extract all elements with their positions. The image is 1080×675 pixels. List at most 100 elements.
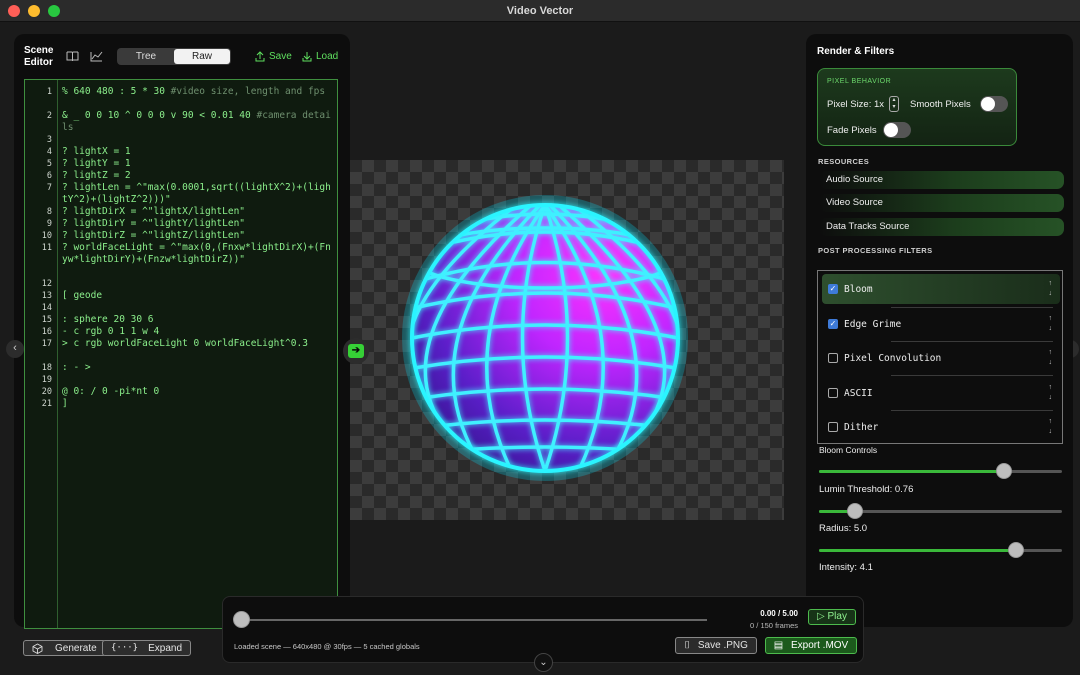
play-label: Play	[827, 611, 847, 622]
intensity-slider[interactable]	[819, 542, 1062, 558]
audio-source-item[interactable]: Audio Source	[819, 171, 1064, 189]
divider	[891, 307, 1053, 308]
book-icon[interactable]	[66, 51, 79, 65]
line-number: 17	[41, 339, 52, 349]
chevron-down-icon[interactable]: ⌄	[534, 653, 553, 672]
code-line: : sphere 20 30 6	[62, 314, 334, 326]
line-number: 10	[41, 231, 52, 241]
minimize-window-button[interactable]	[28, 5, 40, 17]
filter-name: Pixel Convolution	[844, 352, 942, 364]
generate-label: Generate	[55, 642, 97, 654]
line-number: 16	[41, 327, 52, 337]
code-line: ? lightDirX = ^"lightX/lightLen"	[62, 206, 334, 218]
line-number: 20	[41, 387, 52, 397]
filter-row-bloom[interactable]: ✓ Bloom ↑ ↓	[822, 274, 1060, 304]
status-text: Loaded scene — 640x480 @ 30fps — 5 cache…	[234, 642, 420, 651]
sphere-render	[402, 195, 688, 481]
reorder-icon[interactable]: ↑ ↓	[1049, 417, 1053, 437]
filter-checkbox-edge-grime[interactable]: ✓	[828, 319, 838, 329]
timeline-scrubber[interactable]	[241, 619, 707, 621]
view-mode-toggle: Tree Raw	[117, 48, 231, 65]
code-line: [ geode	[62, 290, 334, 302]
line-number: 6	[46, 171, 52, 181]
render-filters-panel: Render & Filters PIXEL BEHAVIOR Pixel Si…	[806, 34, 1073, 627]
code-line: : - >	[62, 362, 334, 374]
tab-tree[interactable]: Tree	[118, 49, 174, 64]
expand-button[interactable]: {···} Expand	[102, 640, 192, 656]
code-line: ? worldFaceLight = ^"max(0,(Fnxw*lightDi…	[62, 242, 334, 266]
reorder-icon[interactable]: ↑ ↓	[1049, 314, 1053, 334]
line-number: 15	[41, 315, 52, 325]
save-png-button[interactable]: ⌷ Save .PNG	[675, 637, 757, 654]
filter-row-dither[interactable]: Dither ↑ ↓	[822, 412, 1060, 442]
code-text: : - >	[62, 362, 91, 373]
scene-editor-title-line1: Scene	[24, 45, 54, 56]
code-text: @ 0: / 0 -pi*nt 0	[62, 386, 160, 397]
code-text: - c rgb 0 1 1 w 4	[62, 326, 160, 337]
code-editor[interactable]: 1 2 3 4 5 6 7 8 9 10 11 12 13 14 15 16 17 18 19 20 21 % 640 …	[24, 79, 338, 629]
window-controls	[8, 5, 60, 17]
video-source-item[interactable]: Video Source	[819, 194, 1064, 212]
code-comment: #video size, length and fps	[170, 86, 326, 97]
lumin-threshold-label: Lumin Threshold: 0.76	[819, 484, 914, 495]
slider-fill	[819, 470, 1004, 473]
code-text: % 640 480 : 5 * 30	[62, 86, 171, 97]
filter-row-pixel-convolution[interactable]: Pixel Convolution ↑ ↓	[822, 343, 1060, 373]
load-button[interactable]: Load	[302, 51, 338, 62]
smooth-pixels-toggle[interactable]	[980, 96, 1008, 112]
export-mov-button[interactable]: ▤ Export .MOV	[765, 637, 857, 654]
code-text: ? lightDirX = ^"lightX/lightLen"	[62, 206, 246, 217]
toggle-panel-icon: ➔	[348, 344, 364, 358]
filter-row-edge-grime[interactable]: ✓ Edge Grime ↑ ↓	[822, 309, 1060, 339]
reorder-icon[interactable]: ↑ ↓	[1049, 383, 1053, 403]
reorder-icon[interactable]: ↑ ↓	[1049, 348, 1053, 368]
slider-knob[interactable]	[1008, 542, 1024, 558]
divider	[891, 341, 1053, 342]
download-icon	[302, 52, 312, 62]
slider-knob[interactable]	[996, 463, 1012, 479]
code-text: ? lightLen = ^"max(0.0001,sqrt((lightX^2…	[62, 182, 331, 205]
save-png-label: Save .PNG	[697, 640, 748, 651]
divider	[891, 410, 1053, 411]
zoom-window-button[interactable]	[48, 5, 60, 17]
data-tracks-source-item[interactable]: Data Tracks Source	[819, 218, 1064, 236]
fade-pixels-label: Fade Pixels	[827, 125, 877, 136]
panel-divider-handle[interactable]: ➔	[343, 338, 369, 364]
filter-checkbox-dither[interactable]	[828, 422, 838, 432]
reorder-icon[interactable]: ↑ ↓	[1049, 279, 1053, 299]
fade-pixels-toggle[interactable]	[883, 122, 911, 138]
scene-editor-panel: Scene Editor Tree Raw Save Load 12345678…	[14, 34, 350, 629]
time-readout: 0.00 / 5.00	[760, 609, 798, 618]
resources-heading: RESOURCES	[818, 157, 870, 166]
radius-slider[interactable]	[819, 503, 1062, 519]
cube-icon	[32, 642, 43, 654]
filter-checkbox-ascii[interactable]	[828, 388, 838, 398]
code-line: ? lightDirZ = ^"lightZ/lightLen"	[62, 230, 334, 242]
timeline-knob[interactable]	[233, 611, 250, 628]
line-number: 9	[46, 219, 52, 229]
filter-row-ascii[interactable]: ASCII ↑ ↓	[822, 378, 1060, 408]
filter-checkbox-bloom[interactable]: ✓	[828, 284, 838, 294]
line-number: 7	[46, 183, 52, 193]
save-button[interactable]: Save	[255, 51, 292, 62]
pixel-size-stepper[interactable]: ▴ ▾	[889, 96, 899, 112]
line-number: 21	[41, 399, 52, 409]
filter-checkbox-pixel-convolution[interactable]	[828, 353, 838, 363]
slider-knob[interactable]	[847, 503, 863, 519]
code-text: ? lightY = 1	[62, 158, 131, 169]
chevron-left-icon[interactable]: ‹	[6, 340, 24, 358]
lumin-threshold-slider[interactable]	[819, 463, 1062, 479]
window-title: Video Vector	[506, 4, 574, 17]
filter-name: ASCII	[844, 387, 873, 399]
filters-list: ✓ Bloom ↑ ↓ ✓ Edge Grime ↑ ↓ Pixel Convolu…	[817, 270, 1063, 444]
close-window-button[interactable]	[8, 5, 20, 17]
play-button[interactable]: ▷ Play	[808, 609, 856, 625]
code-text: ? worldFaceLight = ^"max(0,(Fnxw*lightDi…	[62, 242, 331, 265]
generate-button[interactable]: Generate	[23, 640, 106, 656]
tab-raw[interactable]: Raw	[174, 49, 230, 64]
render-viewport[interactable]	[350, 160, 784, 520]
line-number: 8	[46, 207, 52, 217]
code-line: & _ 0 0 10 ^ 0 0 0 v 90 < 0.01 40 #camer…	[62, 110, 334, 134]
chart-icon[interactable]	[90, 51, 103, 65]
filter-name: Dither	[844, 421, 879, 433]
